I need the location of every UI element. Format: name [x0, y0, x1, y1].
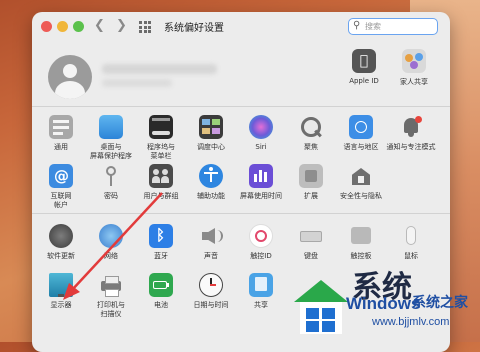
watermark-logo: 系统 Windows 系统之家 www.bjjmlv.com: [292, 268, 480, 342]
house-logo-icon: [294, 280, 348, 334]
watermark-url: www.bjjmlv.com: [372, 316, 450, 328]
watermark-brand-cn: 系统之家: [412, 295, 468, 311]
watermark-brand: Windows: [346, 294, 421, 313]
